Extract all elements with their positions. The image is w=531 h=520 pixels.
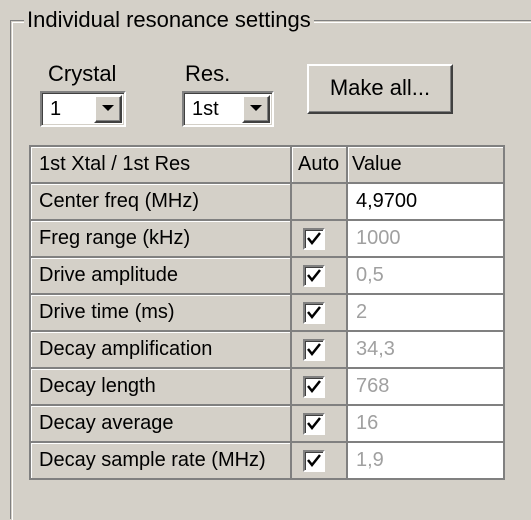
auto-cell xyxy=(291,442,348,480)
parameter-value: 2 xyxy=(347,294,505,332)
chevron-down-icon xyxy=(102,105,114,111)
auto-cell xyxy=(291,405,348,443)
table-row: Decay length 768 xyxy=(29,368,505,406)
auto-cell xyxy=(291,294,348,332)
checkmark-icon xyxy=(307,342,321,356)
table-row: Drive time (ms) 2 xyxy=(29,294,505,332)
auto-cell xyxy=(291,331,348,369)
make-all-button[interactable]: Make all... xyxy=(307,64,453,114)
table-row: Decay amplification 34,3 xyxy=(29,331,505,369)
parameter-value: 16 xyxy=(347,405,505,443)
res-dropdown-button[interactable] xyxy=(242,95,270,123)
crystal-select[interactable]: 1 xyxy=(40,91,126,127)
resonance-settings-grid: 1st Xtal / 1st Res Auto Value Center fre… xyxy=(29,145,505,480)
parameter-label: Freg range (kHz) xyxy=(29,220,292,258)
groupbox-title: Individual resonance settings xyxy=(24,7,314,33)
auto-checkbox[interactable] xyxy=(303,301,325,324)
auto-checkbox[interactable] xyxy=(303,412,325,435)
parameter-value: 768 xyxy=(347,368,505,406)
parameter-value[interactable]: 4,9700 xyxy=(347,183,505,221)
auto-checkbox[interactable] xyxy=(303,375,325,398)
table-row: Decay average 16 xyxy=(29,405,505,443)
checkmark-icon xyxy=(307,231,321,245)
auto-checkbox[interactable] xyxy=(303,338,325,361)
table-row: Center freq (MHz) 4,9700 xyxy=(29,183,505,221)
auto-checkbox[interactable] xyxy=(303,449,325,472)
res-select[interactable]: 1st xyxy=(182,91,274,127)
table-row: Freg range (kHz) 1000 xyxy=(29,220,505,258)
checkmark-icon xyxy=(307,268,321,282)
parameter-value: 0,5 xyxy=(347,257,505,295)
header-value: Value xyxy=(347,145,505,184)
auto-cell xyxy=(291,183,348,221)
parameter-value: 1,9 xyxy=(347,442,505,480)
table-row: Drive amplitude 0,5 xyxy=(29,257,505,295)
crystal-select-value: 1 xyxy=(50,98,62,120)
parameter-label: Decay length xyxy=(29,368,292,406)
crystal-label: Crystal xyxy=(48,61,117,86)
checkmark-icon xyxy=(307,305,321,319)
checkmark-icon xyxy=(307,453,321,467)
crystal-dropdown-button[interactable] xyxy=(94,95,122,123)
header-parameter: 1st Xtal / 1st Res xyxy=(29,145,292,184)
table-row: Decay sample rate (MHz) 1,9 xyxy=(29,442,505,480)
parameter-label: Decay average xyxy=(29,405,292,443)
parameter-label: Drive amplitude xyxy=(29,257,292,295)
parameter-label: Decay amplification xyxy=(29,331,292,369)
parameter-value: 34,3 xyxy=(347,331,505,369)
auto-checkbox[interactable] xyxy=(303,227,325,250)
grid-header-row: 1st Xtal / 1st Res Auto Value xyxy=(29,145,505,184)
auto-cell xyxy=(291,257,348,295)
auto-cell xyxy=(291,220,348,258)
parameter-label: Decay sample rate (MHz) xyxy=(29,442,292,480)
auto-checkbox[interactable] xyxy=(303,264,325,287)
chevron-down-icon xyxy=(250,105,262,111)
res-select-value: 1st xyxy=(192,98,219,120)
checkmark-icon xyxy=(307,416,321,430)
auto-cell xyxy=(291,368,348,406)
res-label: Res. xyxy=(185,61,231,86)
checkmark-icon xyxy=(307,379,321,393)
header-auto: Auto xyxy=(291,145,348,184)
parameter-label: Drive time (ms) xyxy=(29,294,292,332)
parameter-label: Center freq (MHz) xyxy=(29,183,292,221)
parameter-value: 1000 xyxy=(347,220,505,258)
